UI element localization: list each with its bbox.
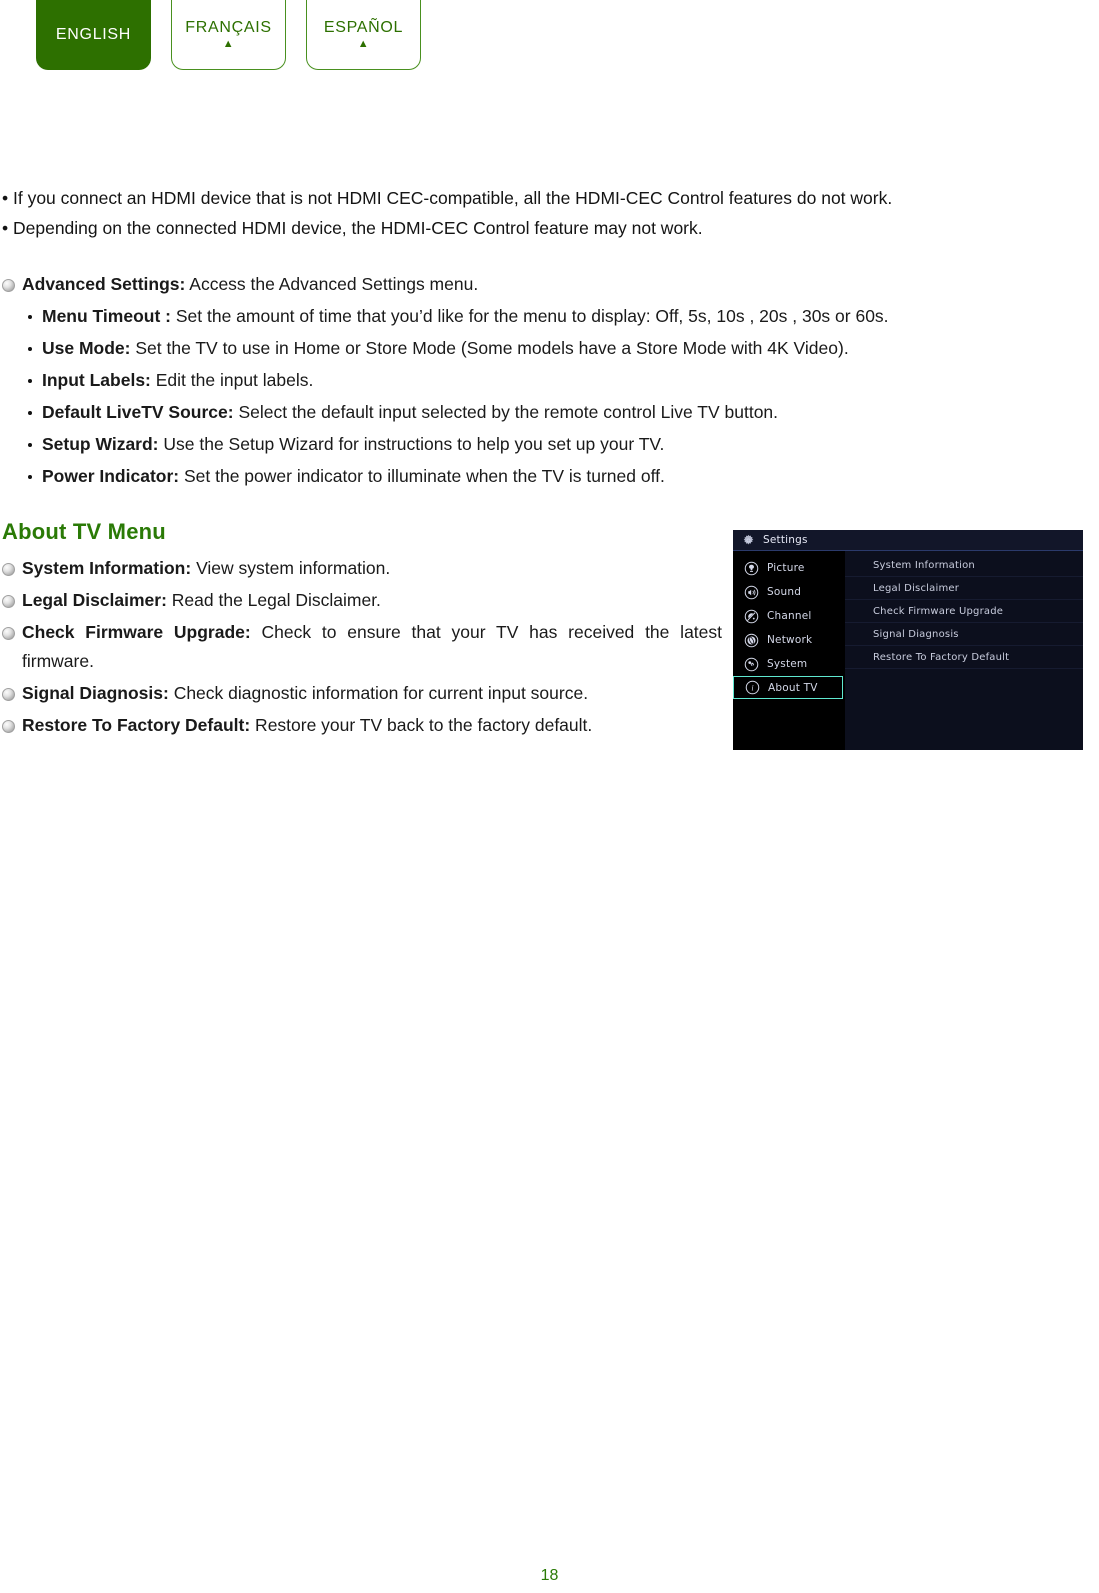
- sphere-bullet-icon: [2, 595, 15, 608]
- system-gear-icon: [744, 657, 759, 671]
- tv-menu-header-title: Settings: [763, 534, 808, 546]
- sub-list-item-description: Set the amount of time that you’d like f…: [170, 306, 889, 326]
- sphere-bullet-icon: [2, 563, 15, 576]
- sub-list-item: Use Mode: Set the TV to use in Home or S…: [28, 334, 1092, 363]
- language-tab-label: FRANÇAIS: [185, 18, 272, 36]
- language-tab-label: ESPAÑOL: [323, 18, 404, 36]
- note-line: • If you connect an HDMI device that is …: [2, 188, 893, 208]
- sidebar-item-picture[interactable]: Picture: [733, 556, 845, 580]
- sub-list-item-description: Set the power indicator to illuminate wh…: [179, 466, 665, 486]
- sidebar-item-label: Picture: [767, 562, 805, 574]
- language-tab-francais[interactable]: FRANÇAIS ▲: [171, 0, 286, 70]
- panel-item-check-firmware-upgrade[interactable]: Check Firmware Upgrade: [845, 600, 1083, 623]
- dot-bullet-icon: [28, 379, 32, 383]
- sidebar-item-label: Channel: [767, 610, 812, 622]
- sub-list-item: Menu Timeout : Set the amount of time th…: [28, 302, 1092, 331]
- sub-list-item-term: Input Labels:: [42, 370, 151, 390]
- sub-list-item-description: Use the Setup Wizard for instructions to…: [158, 434, 665, 454]
- sphere-bullet-icon: [2, 279, 15, 292]
- picture-icon: [744, 561, 759, 575]
- sub-list-item-description: Set the TV to use in Home or Store Mode …: [130, 338, 849, 358]
- dot-bullet-icon: [28, 443, 32, 447]
- list-item-term: Restore To Factory Default:: [22, 715, 251, 735]
- list-item-text: Signal Diagnosis: Check diagnostic infor…: [22, 679, 588, 708]
- panel-item-system-information[interactable]: System Information: [845, 554, 1083, 577]
- list-item-text: Restore To Factory Default: Restore your…: [22, 711, 592, 740]
- sub-list-item-text: Setup Wizard: Use the Setup Wizard for i…: [42, 430, 664, 459]
- list-item-term: Advanced Settings:: [22, 274, 186, 294]
- page-number: 18: [540, 1567, 559, 1584]
- tv-settings-menu-screenshot: Settings Picture Sound Channel Network S…: [733, 530, 1083, 750]
- list-item-text: System Information: View system informat…: [22, 554, 390, 583]
- dot-bullet-icon: [28, 347, 32, 351]
- sidebar-item-label: System: [767, 658, 808, 670]
- sub-list-item: Default LiveTV Source: Select the defaul…: [28, 398, 1092, 427]
- list-item-text: Advanced Settings: Access the Advanced S…: [22, 270, 478, 299]
- sub-list-item: Input Labels: Edit the input labels.: [28, 366, 1092, 395]
- dot-bullet-icon: [28, 475, 32, 479]
- language-tab-english[interactable]: ENGLISH: [36, 0, 151, 70]
- sidebar-item-label: Network: [767, 634, 813, 646]
- triangle-up-icon: ▲: [357, 37, 370, 50]
- note-line: • Depending on the connected HDMI device…: [2, 218, 703, 238]
- sphere-bullet-icon: [2, 688, 15, 701]
- list-item-term: Check Firmware Upgrade:: [22, 622, 251, 642]
- sub-list-item-term: Setup Wizard:: [42, 434, 159, 454]
- list-item-term: Signal Diagnosis:: [22, 683, 169, 703]
- list-item-term: System Information:: [22, 558, 192, 578]
- tv-menu-sidebar: Picture Sound Channel Network System i A…: [733, 551, 845, 750]
- language-tab-espanol[interactable]: ESPAÑOL ▲: [306, 0, 421, 70]
- list-item-description: Access the Advanced Settings menu.: [185, 274, 479, 294]
- gear-icon: [743, 534, 754, 544]
- sub-list-item-text: Power Indicator: Set the power indicator…: [42, 462, 665, 491]
- triangle-up-icon: ▲: [222, 37, 235, 50]
- satellite-dish-icon: [744, 609, 759, 623]
- panel-item-legal-disclaimer[interactable]: Legal Disclaimer: [845, 577, 1083, 600]
- sphere-bullet-icon: [2, 627, 15, 640]
- svg-text:i: i: [751, 684, 753, 693]
- sub-list-item: Power Indicator: Set the power indicator…: [28, 462, 1092, 491]
- sub-list-item-text: Default LiveTV Source: Select the defaul…: [42, 398, 778, 427]
- sub-list-item-text: Menu Timeout : Set the amount of time th…: [42, 302, 889, 331]
- dot-bullet-icon: [28, 411, 32, 415]
- sidebar-item-system[interactable]: System: [733, 652, 845, 676]
- list-item-description: Check diagnostic information for current…: [168, 683, 589, 703]
- sub-list-item-description: Edit the input labels.: [150, 370, 314, 390]
- sidebar-item-channel[interactable]: Channel: [733, 604, 845, 628]
- list-item-description: View system information.: [191, 558, 391, 578]
- sidebar-item-sound[interactable]: Sound: [733, 580, 845, 604]
- sidebar-item-label: About TV: [768, 681, 818, 694]
- list-item-description: Read the Legal Disclaimer.: [166, 590, 381, 610]
- list-item-term: Legal Disclaimer:: [22, 590, 167, 610]
- network-globe-icon: [744, 633, 759, 647]
- sidebar-item-label: Sound: [767, 586, 802, 598]
- dot-bullet-icon: [28, 315, 32, 319]
- sub-list-item-term: Power Indicator:: [42, 466, 180, 486]
- sub-list-item: Setup Wizard: Use the Setup Wizard for i…: [28, 430, 1092, 459]
- panel-item-restore-to-factory-default[interactable]: Restore To Factory Default: [845, 646, 1083, 669]
- sidebar-item-about-tv[interactable]: i About TV: [733, 676, 843, 699]
- tv-menu-panel: System Information Legal Disclaimer Chec…: [845, 551, 1083, 750]
- language-tab-bar: ENGLISH FRANÇAIS ▲ ESPAÑOL ▲: [36, 0, 421, 70]
- sub-list-item-description: Select the default input selected by the…: [233, 402, 779, 422]
- info-icon: i: [745, 680, 760, 695]
- speaker-icon: [744, 585, 759, 599]
- panel-item-signal-diagnosis[interactable]: Signal Diagnosis: [845, 623, 1083, 646]
- sidebar-item-network[interactable]: Network: [733, 628, 845, 652]
- list-item-description: Restore your TV back to the factory defa…: [250, 715, 593, 735]
- sub-list-item-term: Default LiveTV Source:: [42, 402, 234, 422]
- list-item: Advanced Settings: Access the Advanced S…: [2, 270, 1092, 299]
- sub-list-item-text: Input Labels: Edit the input labels.: [42, 366, 313, 395]
- list-item-text: Legal Disclaimer: Read the Legal Disclai…: [22, 586, 381, 615]
- language-tab-label: ENGLISH: [55, 26, 132, 43]
- list-item-text: Check Firmware Upgrade: Check to ensure …: [22, 618, 722, 676]
- sub-list-item-term: Menu Timeout :: [42, 306, 171, 326]
- sub-list-item-term: Use Mode:: [42, 338, 131, 358]
- tv-menu-header: Settings: [733, 530, 1083, 551]
- tv-menu-body: Picture Sound Channel Network System i A…: [733, 551, 1083, 750]
- sphere-bullet-icon: [2, 720, 15, 733]
- sub-list-item-text: Use Mode: Set the TV to use in Home or S…: [42, 334, 849, 363]
